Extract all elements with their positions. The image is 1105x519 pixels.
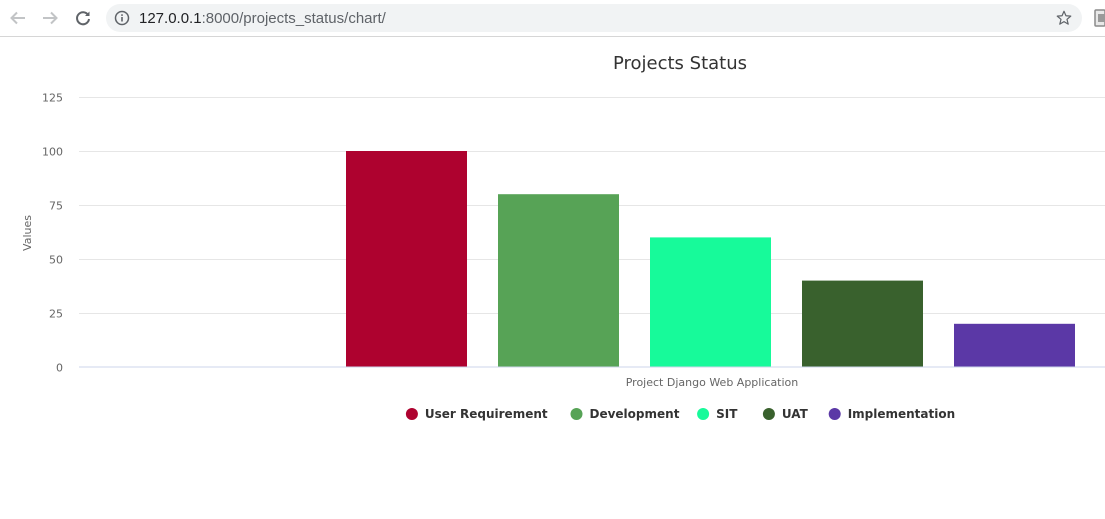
url-path: :8000/projects_status/chart/ xyxy=(201,10,386,27)
bar[interactable] xyxy=(954,323,1075,367)
back-button[interactable] xyxy=(6,6,30,30)
y-tick-label: 0 xyxy=(56,362,63,375)
y-tick-label: 50 xyxy=(49,254,63,267)
legend-item[interactable]: Implementation xyxy=(828,407,955,421)
browser-toolbar: 127.0.0.1:8000/projects_status/chart/ xyxy=(0,0,1105,37)
star-icon[interactable] xyxy=(1055,9,1073,27)
reload-icon xyxy=(76,11,90,26)
legend-marker xyxy=(697,408,710,420)
legend-item[interactable]: Development xyxy=(570,407,680,421)
legend-label: SIT xyxy=(716,407,738,421)
arrow-right-icon xyxy=(43,11,58,25)
forward-button[interactable] xyxy=(38,6,62,30)
url-text[interactable]: 127.0.0.1:8000/projects_status/chart/ xyxy=(139,10,386,27)
legend: User Requirement Development SIT UAT Impleme… xyxy=(405,407,955,421)
legend-item[interactable]: SIT xyxy=(697,407,738,421)
legend-marker xyxy=(828,408,841,420)
bar-chart: 0 25 50 75 100 125 Projects Status Values Pro… xyxy=(21,53,1105,421)
legend-marker xyxy=(405,408,418,420)
y-tick-label: 75 xyxy=(49,200,63,213)
reload-button[interactable] xyxy=(71,6,95,30)
legend-label: Development xyxy=(590,407,680,421)
legend-label: Implementation xyxy=(848,407,955,421)
info-icon[interactable] xyxy=(114,10,130,26)
y-axis-ticks: 0 25 50 75 100 125 xyxy=(42,92,63,375)
url-host: 127.0.0.1 xyxy=(139,10,202,27)
bar[interactable] xyxy=(802,280,923,367)
bar[interactable] xyxy=(498,194,619,367)
arrow-left-icon xyxy=(10,11,25,25)
chart-title: Projects Status xyxy=(613,53,747,74)
legend-marker xyxy=(762,408,775,420)
legend-label: UAT xyxy=(782,407,809,421)
extension-icon[interactable] xyxy=(1094,9,1105,27)
y-axis-title: Values xyxy=(21,215,34,251)
y-tick-label: 100 xyxy=(42,146,63,159)
legend-item[interactable]: UAT xyxy=(762,407,809,421)
y-tick-label: 25 xyxy=(49,308,63,321)
y-tick-label: 125 xyxy=(42,92,63,105)
address-bar[interactable]: 127.0.0.1:8000/projects_status/chart/ xyxy=(106,4,1082,32)
x-category-label: Project Django Web Application xyxy=(626,376,799,389)
legend-item[interactable]: User Requirement xyxy=(405,407,548,421)
legend-marker xyxy=(570,408,583,420)
legend-label: User Requirement xyxy=(425,407,548,421)
bar[interactable] xyxy=(346,151,467,367)
bar[interactable] xyxy=(650,237,771,367)
